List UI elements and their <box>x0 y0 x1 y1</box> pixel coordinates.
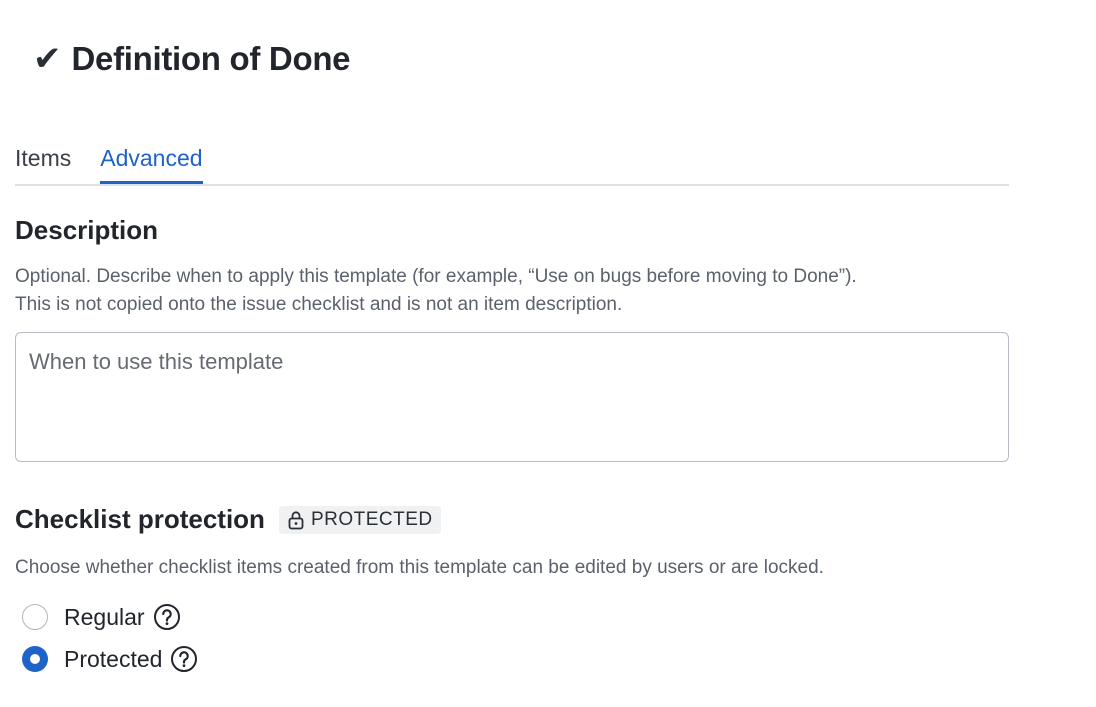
radio-option-protected[interactable]: Protected <box>22 645 198 673</box>
description-heading: Description <box>15 215 159 245</box>
protected-radio[interactable] <box>22 646 48 672</box>
protection-heading: Checklist protection <box>15 504 265 534</box>
regular-radio[interactable] <box>22 604 48 630</box>
protected-radio-label: Protected <box>64 645 163 672</box>
tab-bar: Items Advanced <box>15 140 1009 186</box>
description-textarea[interactable] <box>15 332 1009 462</box>
status-badge: PROTECTED <box>278 505 441 534</box>
page-title: Definition of Done <box>71 40 351 77</box>
page-title-row: ✔ Definition of Done <box>33 39 351 79</box>
description-help-line-1: Optional. Describe when to apply this te… <box>15 266 857 287</box>
protection-heading-row: Checklist protection PROTECTED <box>15 504 441 535</box>
description-help-line-2: This is not copied onto the issue checkl… <box>15 294 623 315</box>
tab-items[interactable]: Items <box>15 140 71 179</box>
protection-help: Choose whether checklist items created f… <box>15 557 824 578</box>
tab-advanced[interactable]: Advanced <box>100 140 203 184</box>
question-circle-icon[interactable] <box>153 603 181 631</box>
regular-radio-label: Regular <box>64 603 145 630</box>
status-badge-label: PROTECTED <box>310 508 433 530</box>
question-circle-icon[interactable] <box>170 645 198 673</box>
check-mark-icon: ✔ <box>33 39 62 79</box>
radio-option-regular[interactable]: Regular <box>22 603 181 631</box>
lock-icon <box>287 510 305 530</box>
